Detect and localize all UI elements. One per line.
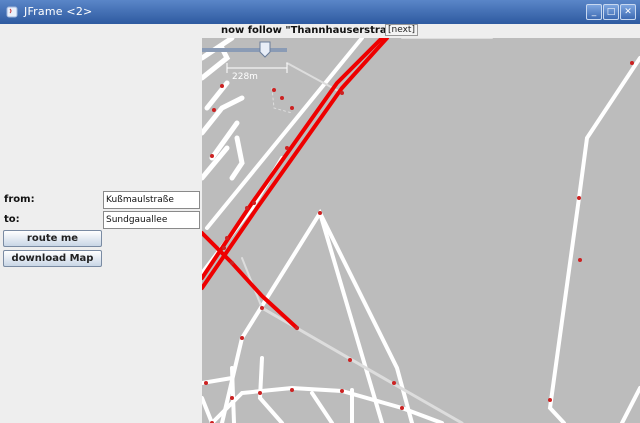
from-label: from: — [4, 194, 35, 205]
download-map-button[interactable]: download Map — [3, 250, 102, 267]
map-view[interactable]: 228m — [202, 38, 640, 423]
zoom-slider[interactable] — [202, 41, 287, 58]
scale-label: 228m — [232, 72, 258, 82]
to-input[interactable] — [103, 211, 200, 229]
map-canvas[interactable] — [202, 38, 640, 423]
next-instruction-button[interactable]: [next] — [385, 24, 418, 36]
route-nodes — [204, 61, 634, 423]
road-network — [202, 38, 640, 423]
navigation-bar: now follow "Thannhauserstraße" [next] — [202, 24, 640, 38]
from-input[interactable] — [103, 191, 200, 209]
close-icon[interactable]: ✕ — [620, 4, 636, 20]
window-titlebar[interactable]: JFrame <2> _ □ ✕ — [0, 0, 640, 24]
to-label: to: — [4, 214, 20, 225]
maximize-icon[interactable]: □ — [603, 4, 619, 20]
minimize-icon[interactable]: _ — [586, 4, 602, 20]
route-path — [202, 38, 389, 330]
window-title: JFrame <2> — [24, 5, 93, 18]
route-me-button[interactable]: route me — [3, 230, 102, 247]
route-form-panel: from: to: route me download Map — [0, 24, 202, 423]
java-app-icon — [6, 6, 18, 18]
route-instruction: now follow "Thannhauserstraße" — [221, 25, 406, 36]
